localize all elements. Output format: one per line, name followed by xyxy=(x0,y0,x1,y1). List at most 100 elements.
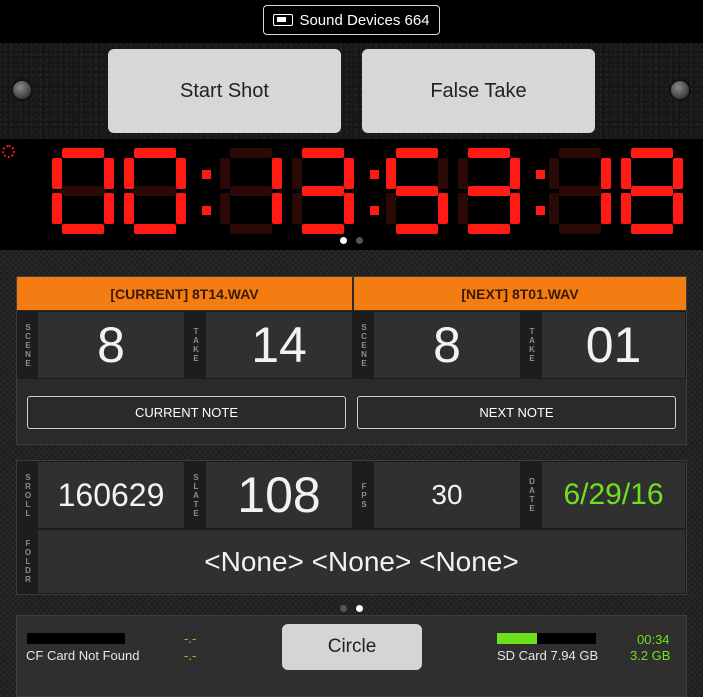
tc-digit-6-seg-e xyxy=(549,193,559,224)
sd-card-label: SD Card 7.94 GB xyxy=(497,648,599,663)
tc-colon-0-dot-0 xyxy=(202,170,211,179)
tc-digit-7-seg-f xyxy=(621,158,631,189)
date-cell[interactable]: DATE 6/29/16 xyxy=(521,461,686,529)
tc-digit-6-seg-d xyxy=(559,224,601,234)
tc-digit-0-seg-g xyxy=(62,186,104,196)
current-file-header: [CURRENT] 8T14.WAV xyxy=(17,277,352,310)
tc-digit-3-seg-a xyxy=(302,148,344,158)
tc-digit-1-seg-g xyxy=(134,186,176,196)
tc-digit-7-seg-a xyxy=(631,148,673,158)
tc-digit-1-seg-d xyxy=(134,224,176,234)
tc-colon-1-dot-1 xyxy=(370,206,379,215)
tc-digit-2-seg-f xyxy=(220,158,230,189)
fps-value: 30 xyxy=(431,479,463,510)
current-take-value: 14 xyxy=(251,317,307,373)
date-label: DATE xyxy=(522,462,542,528)
tc-digit-7-seg-g xyxy=(631,186,673,196)
sroll-label: SROLL xyxy=(18,462,38,528)
tc-digit-6-seg-f xyxy=(549,158,559,189)
tc-digit-4-seg-b xyxy=(438,158,448,189)
tc-digit-5-seg-c xyxy=(510,193,520,224)
tc-colon-1-dot-0 xyxy=(370,170,379,179)
record-indicator-icon xyxy=(2,145,15,158)
tc-digit-2-seg-d xyxy=(230,224,272,234)
control-band xyxy=(0,42,703,140)
slate-value: 108 xyxy=(237,467,321,523)
start-shot-button[interactable]: Start Shot xyxy=(108,49,341,133)
tc-digit-2-seg-e xyxy=(220,193,230,224)
tc-digit-5-seg-b xyxy=(510,158,520,189)
tc-digit-4-seg-c xyxy=(438,193,448,224)
top-bar: Sound Devices 664 xyxy=(0,0,703,42)
next-note-button[interactable]: NEXT NOTE xyxy=(357,396,676,429)
scene-label: SCENE xyxy=(354,312,374,378)
fps-cell[interactable]: FPS 30 xyxy=(353,461,521,529)
next-take-cell[interactable]: TAKE 01 xyxy=(521,311,686,379)
tc-digit-4-seg-d xyxy=(396,224,438,234)
tc-digit-3-seg-d xyxy=(302,224,344,234)
date-value: 6/29/16 xyxy=(563,478,664,511)
battery-icon xyxy=(273,14,294,26)
tc-digit-5-seg-g xyxy=(468,186,510,196)
circle-take-button[interactable]: Circle xyxy=(282,624,422,670)
tc-digit-2-seg-c xyxy=(272,193,282,224)
cf-remaining-size: -.- xyxy=(184,648,197,663)
fps-label: FPS xyxy=(354,462,374,528)
tc-digit-4-seg-f xyxy=(386,158,396,189)
tc-digit-6-seg-g xyxy=(559,186,601,196)
panel-page-dot[interactable] xyxy=(340,605,347,612)
next-scene-cell[interactable]: SCENE 8 xyxy=(353,311,521,379)
tc-digit-3-seg-e xyxy=(292,193,302,224)
screw-right-icon xyxy=(669,79,691,101)
foldr-label: FOLDR xyxy=(18,530,38,593)
tc-digit-0-seg-a xyxy=(62,148,104,158)
cf-card-status: CF Card Not Found xyxy=(26,648,140,663)
timecode-digits xyxy=(52,148,683,234)
tc-digit-6-seg-a xyxy=(559,148,601,158)
tc-digit-1-seg-c xyxy=(176,193,186,224)
sroll-cell[interactable]: SROLL 160629 xyxy=(17,461,185,529)
sroll-value: 160629 xyxy=(57,476,165,513)
next-scene-value: 8 xyxy=(433,317,461,373)
folder-cell[interactable]: FOLDR <None> <None> <None> xyxy=(17,529,686,594)
device-selector-button[interactable]: Sound Devices 664 xyxy=(263,5,440,35)
tc-digit-1-seg-e xyxy=(124,193,134,224)
tc-digit-7-seg-c xyxy=(673,193,683,224)
tc-digit-0-seg-f xyxy=(52,158,62,189)
tc-digit-2-seg-a xyxy=(230,148,272,158)
tc-digit-2-seg-b xyxy=(272,158,282,189)
tc-digit-4-seg-a xyxy=(396,148,438,158)
tc-digit-7-seg-b xyxy=(673,158,683,189)
tc-digit-0-seg-d xyxy=(62,224,104,234)
tc-digit-6-seg-c xyxy=(601,193,611,224)
tc-digit-7-seg-e xyxy=(621,193,631,224)
cf-record-time: -.- xyxy=(184,631,197,646)
folder-value: <None> <None> <None> xyxy=(204,545,519,577)
tc-digit-3-seg-c xyxy=(344,193,354,224)
cf-card-meter xyxy=(27,633,125,644)
current-scene-value: 8 xyxy=(97,317,125,373)
tc-page-dot-active[interactable] xyxy=(340,237,347,244)
tc-colon-0-dot-1 xyxy=(202,206,211,215)
sd-remaining-size: 3.2 GB xyxy=(630,648,671,663)
tc-digit-4-seg-g xyxy=(396,186,438,196)
tc-digit-3-seg-g xyxy=(302,186,344,196)
tc-page-dot[interactable] xyxy=(356,237,363,244)
current-take-cell[interactable]: TAKE 14 xyxy=(185,311,353,379)
current-note-button[interactable]: CURRENT NOTE xyxy=(27,396,346,429)
panel-page-dot-active[interactable] xyxy=(356,605,363,612)
tc-digit-2-seg-g xyxy=(230,186,272,196)
false-take-button[interactable]: False Take xyxy=(362,49,595,133)
slate-cell[interactable]: SLATE 108 xyxy=(185,461,353,529)
tc-digit-3-seg-b xyxy=(344,158,354,189)
tc-digit-0-seg-b xyxy=(104,158,114,189)
tc-digit-5-seg-e xyxy=(458,193,468,224)
current-scene-cell[interactable]: SCENE 8 xyxy=(17,311,185,379)
tc-digit-1-seg-b xyxy=(176,158,186,189)
tc-digit-6-seg-b xyxy=(601,158,611,189)
scene-label: SCENE xyxy=(18,312,38,378)
tc-digit-0-seg-c xyxy=(104,193,114,224)
next-file-header: [NEXT] 8T01.WAV xyxy=(354,277,686,310)
tc-colon-2-dot-1 xyxy=(536,206,545,215)
tc-digit-4-seg-e xyxy=(386,193,396,224)
